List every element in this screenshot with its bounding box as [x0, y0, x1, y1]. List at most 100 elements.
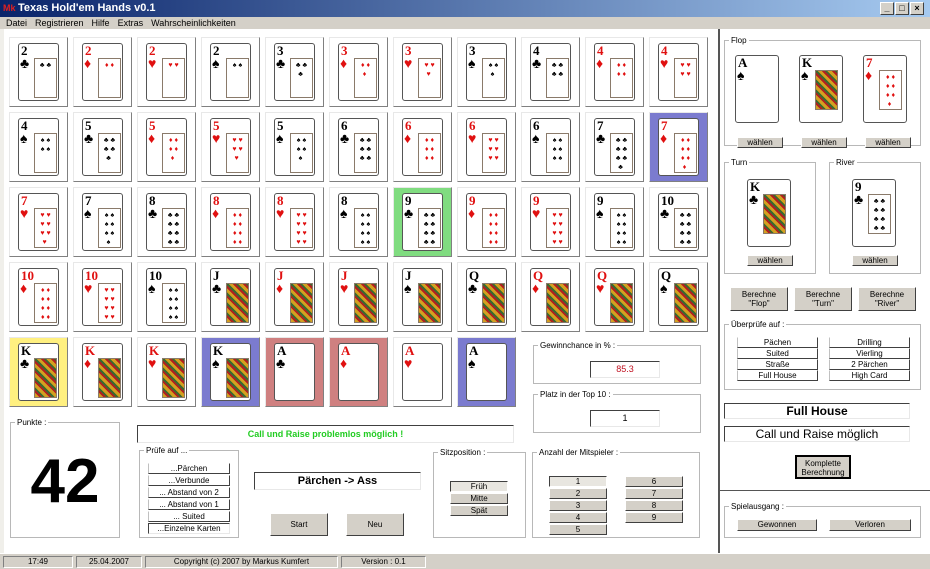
card-slot[interactable]: 8 ♣ ♣ ♣ ♣ ♣ ♣ ♣ ♣ ♣: [137, 187, 196, 257]
card-slot[interactable]: 10♣♣ ♣ ♣ ♣ ♣ ♣ ♣ ♣ ♣ ♣: [649, 187, 708, 257]
card-slot[interactable]: J ♣: [201, 262, 260, 332]
card-slot[interactable]: 3 ♥ ♥ ♥ ♥: [393, 37, 452, 107]
card-slot[interactable]: 7 ♣ ♣ ♣ ♣ ♣ ♣ ♣ ♣: [585, 112, 644, 182]
card-slot[interactable]: Q ♣: [457, 262, 516, 332]
check-full-house-button[interactable]: Full House: [737, 370, 818, 381]
card-slot[interactable]: 3 ♠ ♠ ♠ ♠: [457, 37, 516, 107]
check-quads-button[interactable]: Vierling: [829, 348, 910, 359]
menu-hilfe[interactable]: Hilfe: [92, 17, 110, 29]
card-slot[interactable]: 7 ♠ ♠ ♠ ♠ ♠ ♠ ♠ ♠: [73, 187, 132, 257]
start-button[interactable]: Start: [270, 513, 328, 536]
card-slot[interactable]: 9♥♥ ♥ ♥ ♥ ♥ ♥ ♥ ♥ ♥: [521, 187, 580, 257]
check-connectors-button[interactable]: ...Verbunde: [148, 475, 230, 486]
turn-choose-button[interactable]: wählen: [747, 255, 793, 266]
check-gap2-button[interactable]: ... Abstand von 2: [148, 487, 230, 498]
card-slot[interactable]: 7 ♥ ♥ ♥ ♥ ♥ ♥ ♥ ♥: [9, 187, 68, 257]
card-slot[interactable]: A ♣: [265, 337, 324, 407]
card-slot[interactable]: 8 ♥ ♥ ♥ ♥ ♥ ♥ ♥ ♥ ♥: [265, 187, 324, 257]
card-slot[interactable]: K ♠: [201, 337, 260, 407]
card-slot[interactable]: 9♦♦ ♦ ♦ ♦ ♦ ♦ ♦ ♦ ♦: [457, 187, 516, 257]
river-choose-button[interactable]: wählen: [852, 255, 898, 266]
maximize-button[interactable]: □: [895, 2, 909, 15]
check-suited-hand-button[interactable]: Suited: [737, 348, 818, 359]
card-slot[interactable]: 2 ♥ ♥ ♥: [137, 37, 196, 107]
card-slot[interactable]: A ♦: [329, 337, 388, 407]
seat-late-button[interactable]: Spät: [450, 505, 508, 516]
card-slot[interactable]: Q ♦: [521, 262, 580, 332]
players-9-button[interactable]: 9: [625, 512, 683, 523]
card-slot[interactable]: 5 ♥ ♥ ♥ ♥ ♥ ♥: [201, 112, 260, 182]
card-slot[interactable]: 2 ♠ ♠ ♠: [201, 37, 260, 107]
card-slot[interactable]: J ♦: [265, 262, 324, 332]
card-slot[interactable]: K ♦: [73, 337, 132, 407]
card-slot[interactable]: Q ♥: [585, 262, 644, 332]
spades-suit-icon: ♠: [660, 280, 668, 296]
check-high-card-button[interactable]: High Card: [829, 370, 910, 381]
card-slot[interactable]: 10♠♠ ♠ ♠ ♠ ♠ ♠ ♠ ♠ ♠ ♠: [137, 262, 196, 332]
card-slot[interactable]: Q ♠: [649, 262, 708, 332]
card-slot[interactable]: 10♥♥ ♥ ♥ ♥ ♥ ♥ ♥ ♥ ♥ ♥: [73, 262, 132, 332]
check-single-cards-button[interactable]: ...Einzelne Karten: [148, 523, 230, 534]
minimize-button[interactable]: _: [880, 2, 894, 15]
players-5-button[interactable]: 5: [549, 524, 607, 535]
card-slot[interactable]: 8 ♠ ♠ ♠ ♠ ♠ ♠ ♠ ♠ ♠: [329, 187, 388, 257]
close-button[interactable]: ×: [910, 2, 924, 15]
seat-middle-button[interactable]: Mitte: [450, 493, 508, 504]
card-slot[interactable]: 4 ♦ ♦ ♦ ♦ ♦: [585, 37, 644, 107]
players-4-button[interactable]: 4: [549, 512, 607, 523]
card-slot[interactable]: 5 ♠ ♠ ♠ ♠ ♠ ♠: [265, 112, 324, 182]
lost-button[interactable]: Verloren: [829, 519, 911, 531]
card-slot[interactable]: K ♥: [137, 337, 196, 407]
card-slot[interactable]: J ♥: [329, 262, 388, 332]
check-suited-button[interactable]: ... Suited: [148, 511, 230, 522]
card-slot[interactable]: 7 ♦ ♦ ♦ ♦ ♦ ♦ ♦ ♦: [649, 112, 708, 182]
seat-early-button[interactable]: Früh: [450, 481, 508, 492]
card-slot[interactable]: 8 ♦ ♦ ♦ ♦ ♦ ♦ ♦ ♦ ♦: [201, 187, 260, 257]
calc-turn-button[interactable]: Berechne "Turn": [794, 287, 852, 311]
card-slot[interactable]: 6 ♣ ♣ ♣ ♣ ♣ ♣ ♣: [329, 112, 388, 182]
check-pair-button[interactable]: Pächen: [737, 337, 818, 348]
card-slot[interactable]: 9♠♠ ♠ ♠ ♠ ♠ ♠ ♠ ♠ ♠: [585, 187, 644, 257]
menu-extras[interactable]: Extras: [118, 17, 144, 29]
card-slot[interactable]: 6 ♥ ♥ ♥ ♥ ♥ ♥ ♥: [457, 112, 516, 182]
check-straight-button[interactable]: Straße: [737, 359, 818, 370]
calc-flop-button[interactable]: Berechne "Flop": [730, 287, 788, 311]
players-1-button[interactable]: 1: [549, 476, 607, 487]
card-slot[interactable]: 4 ♣ ♣ ♣ ♣ ♣: [521, 37, 580, 107]
card-slot[interactable]: 5 ♦ ♦ ♦ ♦ ♦ ♦: [137, 112, 196, 182]
card-slot[interactable]: 9♣♣ ♣ ♣ ♣ ♣ ♣ ♣ ♣ ♣: [393, 187, 452, 257]
card-slot[interactable]: 2 ♦ ♦ ♦: [73, 37, 132, 107]
card-slot[interactable]: 3 ♣ ♣ ♣ ♣: [265, 37, 324, 107]
won-button[interactable]: Gewonnen: [737, 519, 817, 531]
card-slot[interactable]: 10♦♦ ♦ ♦ ♦ ♦ ♦ ♦ ♦ ♦ ♦: [9, 262, 68, 332]
menu-wahrscheinlichkeiten[interactable]: Wahrscheinlichkeiten: [151, 17, 236, 29]
check-two-pair-button[interactable]: 2 Pärchen: [829, 359, 910, 370]
full-calc-button[interactable]: Komplette Berechnung: [795, 455, 851, 479]
card-slot[interactable]: 4 ♥ ♥ ♥ ♥ ♥: [649, 37, 708, 107]
card-slot[interactable]: 4 ♠ ♠ ♠ ♠ ♠: [9, 112, 68, 182]
card-slot[interactable]: 5 ♣ ♣ ♣ ♣ ♣ ♣: [73, 112, 132, 182]
flop-choose-1-button[interactable]: wählen: [737, 137, 783, 148]
check-trips-button[interactable]: Drilling: [829, 337, 910, 348]
players-3-button[interactable]: 3: [549, 500, 607, 511]
card-slot[interactable]: 2 ♣ ♣ ♣: [9, 37, 68, 107]
card-slot[interactable]: 6 ♦ ♦ ♦ ♦ ♦ ♦ ♦: [393, 112, 452, 182]
players-2-button[interactable]: 2: [549, 488, 607, 499]
flop-choose-3-button[interactable]: wählen: [865, 137, 911, 148]
players-8-button[interactable]: 8: [625, 500, 683, 511]
check-pairs-button[interactable]: ...Pärchen: [148, 463, 230, 474]
new-button[interactable]: Neu: [346, 513, 404, 536]
card-slot[interactable]: A ♥: [393, 337, 452, 407]
flop-choose-2-button[interactable]: wählen: [801, 137, 847, 148]
menu-registrieren[interactable]: Registrieren: [35, 17, 84, 29]
menu-datei[interactable]: Datei: [6, 17, 27, 29]
check-gap1-button[interactable]: ... Abstand von 1: [148, 499, 230, 510]
card-slot[interactable]: 3 ♦ ♦ ♦ ♦: [329, 37, 388, 107]
players-7-button[interactable]: 7: [625, 488, 683, 499]
card-slot[interactable]: 6 ♠ ♠ ♠ ♠ ♠ ♠ ♠: [521, 112, 580, 182]
card-slot[interactable]: K ♣: [9, 337, 68, 407]
card-slot[interactable]: J ♠: [393, 262, 452, 332]
calc-river-button[interactable]: Berechne "River": [858, 287, 916, 311]
card-slot[interactable]: A ♠: [457, 337, 516, 407]
players-6-button[interactable]: 6: [625, 476, 683, 487]
